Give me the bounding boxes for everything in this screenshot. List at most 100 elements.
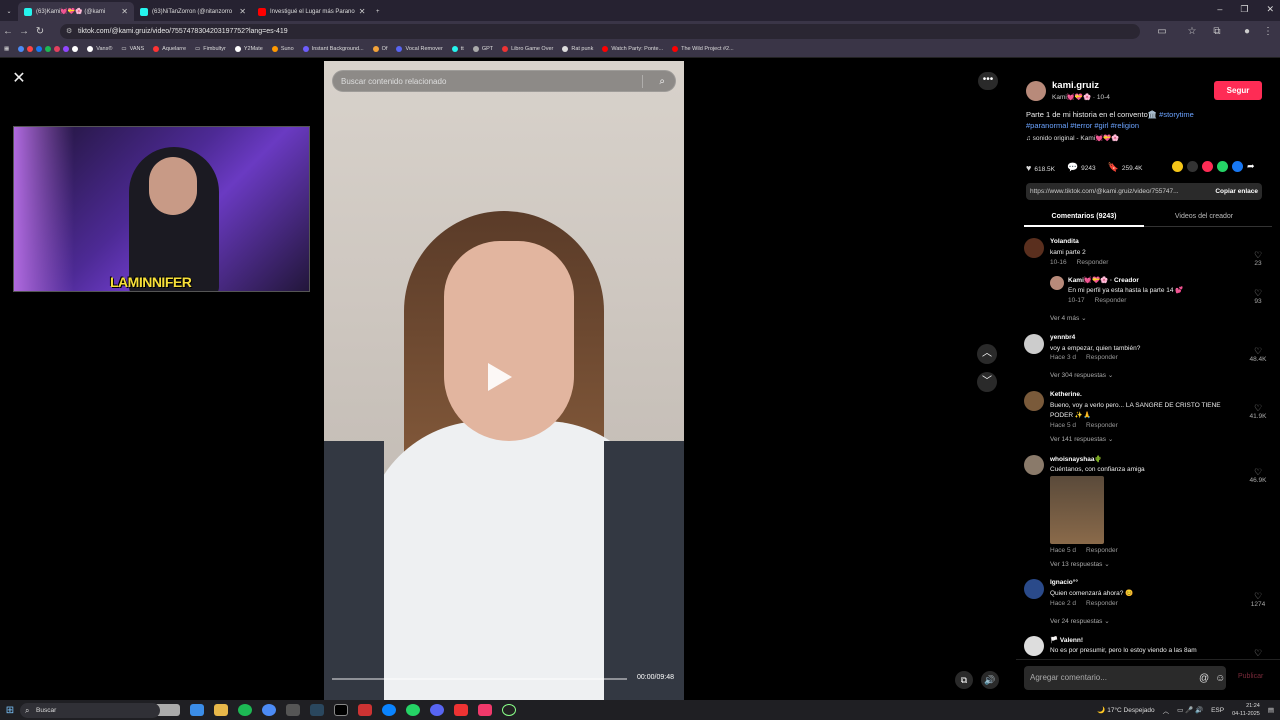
hashtag-link[interactable]: #storytime — [1159, 110, 1194, 119]
steam-icon[interactable] — [310, 704, 324, 716]
hashtag-link[interactable]: #religion — [1111, 121, 1139, 130]
sound-link[interactable]: ♫ sonido original - Kami💓💝🌸 — [1026, 134, 1119, 142]
commenter-avatar[interactable] — [1024, 455, 1044, 475]
commenter-avatar[interactable] — [1024, 238, 1044, 258]
notification-icon[interactable]: ▤ — [1268, 706, 1274, 714]
bookmark-item[interactable]: Of — [372, 46, 387, 52]
commenter-avatar[interactable] — [1050, 276, 1064, 290]
start-icon[interactable]: ⊞ — [0, 705, 20, 716]
tray-icons[interactable]: ▭ 🎤 🔊 — [1177, 706, 1203, 714]
bookmark-item[interactable]: Vans® — [87, 46, 112, 52]
follow-button[interactable]: Segur — [1214, 81, 1262, 100]
commenter-name[interactable]: Kami💓💝🌸 · Creador — [1068, 276, 1139, 284]
author-username[interactable]: kami.gruiz — [1052, 80, 1099, 91]
whatsapp-icon[interactable] — [1217, 161, 1228, 172]
weather-widget[interactable]: 🌙 17°C Despejado — [1097, 706, 1154, 714]
close-window-button[interactable]: ✕ — [1266, 4, 1274, 15]
tab-creator-videos[interactable]: Videos del creador — [1144, 207, 1264, 227]
tab-comments[interactable]: Comentarios (9243) — [1024, 207, 1144, 227]
previous-video-icon[interactable]: ︿ — [977, 344, 997, 364]
video-progress-bar[interactable] — [332, 678, 627, 680]
tab-0[interactable]: (63)Kami💓💝🌸 (@kami ✕ — [18, 2, 134, 21]
tab-list-button[interactable]: ⌄ — [0, 2, 18, 21]
language-indicator[interactable]: ESP — [1211, 707, 1224, 714]
apps-icon[interactable]: ▦ — [4, 46, 9, 52]
bookmark-item[interactable]: Y2Mate — [234, 46, 263, 52]
file-explorer-icon[interactable] — [214, 704, 228, 716]
bookmark-folder[interactable]: ▭ Fimbultyr — [195, 46, 226, 52]
bookmark-folder[interactable]: ▭ VANS — [121, 46, 144, 52]
cast-icon[interactable]: ▭ — [1154, 26, 1170, 37]
url-field[interactable]: ⚙ tiktok.com/@kami.gruiz/video/755747830… — [60, 24, 1140, 39]
view-more-replies[interactable]: Ver 141 respuestas ⌄ — [1050, 435, 1113, 443]
bookmark-item[interactable]: GPT — [472, 46, 493, 52]
embed-icon[interactable] — [1187, 161, 1198, 172]
commenter-avatar[interactable] — [1024, 391, 1044, 411]
comment-like[interactable]: ♡ — [1244, 648, 1272, 658]
mention-icon[interactable]: @ — [1199, 673, 1209, 684]
video-link-box[interactable]: https://www.tiktok.com/@kami.gruiz/video… — [1026, 183, 1262, 200]
app-icon[interactable] — [454, 704, 468, 716]
chrome-icon[interactable] — [262, 704, 276, 716]
commenter-name[interactable]: 🏳️ Valenn! — [1050, 636, 1083, 644]
reply-button[interactable]: Responder — [1086, 354, 1118, 361]
close-tab-icon[interactable]: ✕ — [359, 7, 366, 16]
forward-icon[interactable]: → — [16, 26, 32, 37]
copy-link-button[interactable]: Copiar enlace — [1211, 183, 1258, 200]
clock[interactable]: 21:24 04-11-2025 — [1232, 702, 1260, 718]
commenter-name[interactable]: Ketherine. — [1050, 391, 1082, 398]
view-more-replies[interactable]: Ver 24 respuestas ⌄ — [1050, 617, 1110, 625]
post-comment-button[interactable]: Publicar — [1238, 673, 1263, 680]
bookmark-icons-group[interactable] — [18, 46, 79, 52]
extensions-icon[interactable]: ⧉ — [1209, 26, 1225, 37]
facebook-icon[interactable] — [1232, 161, 1243, 172]
commenter-name[interactable]: Yolandita — [1050, 238, 1079, 245]
close-tab-icon[interactable]: ✕ — [239, 7, 246, 16]
menu-icon[interactable]: ⋮ — [1260, 26, 1276, 37]
taskbar-search[interactable]: Buscar — [20, 702, 160, 718]
profile-icon[interactable]: ● — [1239, 26, 1255, 37]
related-search-input[interactable]: Buscar contenido relacionado ⌕ — [332, 70, 676, 92]
obs-icon[interactable] — [502, 704, 516, 716]
commenter-avatar[interactable] — [1024, 636, 1044, 656]
share-arrow-icon[interactable]: ➦ — [1247, 161, 1258, 172]
app-icon[interactable] — [478, 704, 492, 716]
author-avatar[interactable] — [1026, 81, 1046, 101]
reply-button[interactable]: Responder — [1077, 259, 1109, 266]
video-player[interactable]: Buscar contenido relacionado ⌕ 00:00/09:… — [324, 61, 684, 700]
more-options-icon[interactable]: ••• — [978, 72, 998, 90]
tab-1[interactable]: (63)NiTanZorron (@nitanzorro ✕ — [134, 2, 252, 21]
comment-like[interactable]: ♡ 93 — [1244, 288, 1272, 305]
commenter-avatar[interactable] — [1024, 579, 1044, 599]
discord-icon[interactable] — [430, 704, 444, 716]
share-friends-icon[interactable] — [1202, 161, 1213, 172]
whatsapp-icon[interactable] — [406, 704, 420, 716]
play-icon[interactable] — [488, 363, 512, 391]
reply-button[interactable]: Responder — [1095, 297, 1127, 304]
back-icon[interactable]: ← — [0, 26, 16, 37]
tab-2[interactable]: Investigué el Lugar más Parano ✕ — [252, 2, 370, 21]
comment-like[interactable]: ♡ 41.9K — [1244, 403, 1272, 420]
bookmark-item[interactable]: Aquelarre — [153, 46, 186, 52]
floating-player-icon[interactable]: ⧉ — [955, 671, 973, 689]
bookmark-star-icon[interactable]: ☆ — [1184, 26, 1200, 37]
volume-icon[interactable]: 🔊 — [981, 671, 999, 689]
like-button[interactable]: ♥ 618.5K — [1026, 163, 1055, 173]
bookmark-item[interactable]: tt — [451, 46, 464, 52]
share-emoji-icon[interactable] — [1172, 161, 1183, 172]
comment-image[interactable] — [1050, 476, 1104, 544]
hashtag-link[interactable]: #paranormal — [1026, 121, 1068, 130]
hashtag-link[interactable]: #girl — [1094, 121, 1108, 130]
bookmark-item[interactable]: Watch Party: Ponte... — [602, 46, 663, 52]
new-tab-button[interactable]: + — [370, 2, 388, 21]
close-tab-icon[interactable]: ✕ — [121, 7, 128, 16]
comment-like[interactable]: ♡ 46.9K — [1244, 467, 1272, 484]
comment-like[interactable]: ♡ 1274 — [1244, 591, 1272, 608]
view-more-replies[interactable]: Ver 4 más ⌄ — [1050, 314, 1087, 322]
search-icon[interactable]: ⌕ — [659, 71, 665, 92]
bookmark-item[interactable]: The Wild Project #2... — [672, 46, 734, 52]
app-icon[interactable] — [358, 704, 372, 716]
reply-button[interactable]: Responder — [1086, 422, 1118, 429]
tray-arrow-icon[interactable]: ︿ — [1163, 705, 1170, 715]
app-icon[interactable] — [334, 704, 348, 716]
